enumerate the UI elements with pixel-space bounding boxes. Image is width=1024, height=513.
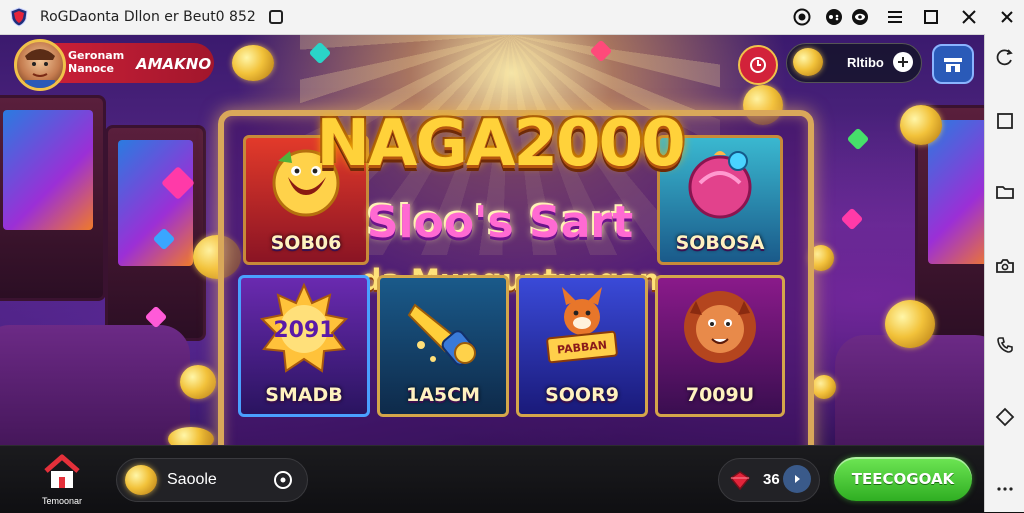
game-logo-title: NAGA2000 — [316, 107, 685, 181]
window-title: RoGDaonta Dllon er Beut0 852 — [40, 9, 256, 25]
collapse-sidebar-button[interactable] — [996, 6, 1018, 28]
game-subtitle: Sloo's Sart — [366, 197, 634, 248]
gamepad-button[interactable] — [823, 6, 845, 28]
shield-app-icon — [10, 7, 28, 27]
maximize-icon — [924, 10, 938, 24]
card-label: SOOR9 — [545, 384, 619, 406]
wallet-text: Rltibo — [847, 55, 884, 70]
credit-next-button[interactable] — [783, 465, 811, 493]
coin-icon — [125, 465, 157, 495]
card-label: SMADB — [265, 384, 343, 406]
game-card-2[interactable]: 1A5CM — [377, 275, 509, 417]
maximize-button[interactable] — [920, 6, 942, 28]
folder-button[interactable] — [994, 181, 1016, 203]
coin-decoration — [885, 300, 935, 348]
folder-icon — [996, 186, 1014, 199]
fullscreen-button[interactable] — [994, 110, 1016, 132]
more-button[interactable] — [994, 478, 1016, 500]
close-button[interactable] — [958, 6, 980, 28]
coin-decoration — [180, 365, 216, 399]
more-dots-icon — [997, 487, 1013, 491]
sun-badge-icon: 2091 — [241, 278, 367, 380]
card-label: 7009U — [685, 384, 755, 406]
chevron-right-icon — [795, 475, 800, 483]
close-icon — [962, 10, 976, 24]
hamburger-icon — [888, 11, 902, 23]
record-button[interactable] — [791, 6, 813, 28]
phone-icon — [997, 337, 1013, 353]
gem-decoration — [840, 207, 864, 231]
gem-icon — [729, 471, 751, 490]
camera-icon — [996, 259, 1014, 273]
arcade-cabinet-left — [0, 95, 106, 301]
coin-decoration — [232, 45, 274, 81]
credit-value: 36 — [763, 471, 780, 488]
clock-icon — [750, 57, 766, 73]
bottom-navigation-bar: Temoonar Saoole 36 TEECOGOAK — [0, 445, 984, 513]
golden-cannon-icon — [380, 278, 506, 380]
play-button[interactable]: TEECOGOAK — [834, 457, 972, 501]
reward-button[interactable] — [738, 45, 778, 85]
home-button[interactable]: Temoonar — [30, 452, 94, 510]
square-icon — [269, 10, 283, 24]
card-label: SOBOSA — [675, 232, 765, 254]
gem-decoration — [846, 127, 870, 151]
sun-badge-text: 2091 — [273, 318, 334, 343]
controller-icon — [826, 9, 842, 25]
add-funds-button[interactable] — [893, 52, 913, 72]
window-titlebar: RoGDaonta Dllon er Beut0 852 — [0, 0, 1024, 35]
store-icon — [944, 58, 962, 72]
home-icon — [44, 454, 80, 488]
wallet-pill[interactable]: Rltibo — [786, 43, 922, 83]
shake-button[interactable] — [994, 406, 1016, 428]
game-card-3[interactable]: PABBAN SOOR9 — [516, 275, 648, 417]
game-card-1[interactable]: 2091 SMADB — [238, 275, 370, 417]
fox-scroll-icon: PABBAN — [519, 278, 645, 380]
rotate-button[interactable] — [994, 47, 1016, 69]
diamond-icon — [995, 407, 1015, 427]
menu-button[interactable] — [884, 6, 906, 28]
store-button[interactable] — [932, 44, 974, 84]
emulator-sidebar — [984, 34, 1024, 512]
avatar — [14, 39, 66, 91]
search-label: Saoole — [167, 471, 217, 488]
game-viewport[interactable]: SOB06 SOBOSA NAGA2000 Sloo's Sart da Mun… — [0, 35, 984, 512]
player-name: Geronam Nanoce — [68, 49, 125, 75]
player-profile[interactable]: Geronam Nanoce AMAKNO — [14, 39, 214, 91]
eye-icon — [852, 9, 868, 25]
home-label: Temoonar — [41, 496, 83, 506]
coin-decoration — [900, 105, 942, 145]
lion-icon — [658, 278, 782, 380]
rotate-icon — [996, 49, 1013, 66]
search-pill[interactable]: Saoole — [116, 458, 308, 502]
target-icon — [274, 471, 292, 489]
card-label: 1A5CM — [406, 384, 480, 406]
screenshot-button[interactable] — [994, 255, 1016, 277]
square-icon — [997, 113, 1013, 129]
record-icon — [793, 8, 811, 26]
eye-button[interactable] — [849, 6, 871, 28]
close-icon — [1001, 11, 1013, 23]
coin-decoration — [812, 375, 836, 399]
pip-button[interactable] — [265, 6, 287, 28]
coin-icon — [793, 48, 823, 76]
phone-button[interactable] — [994, 334, 1016, 356]
plus-icon — [898, 57, 908, 67]
game-card-4[interactable]: 7009U — [655, 275, 785, 417]
credits-pill[interactable]: 36 — [718, 458, 820, 502]
player-balance: AMAKNO — [136, 55, 212, 73]
